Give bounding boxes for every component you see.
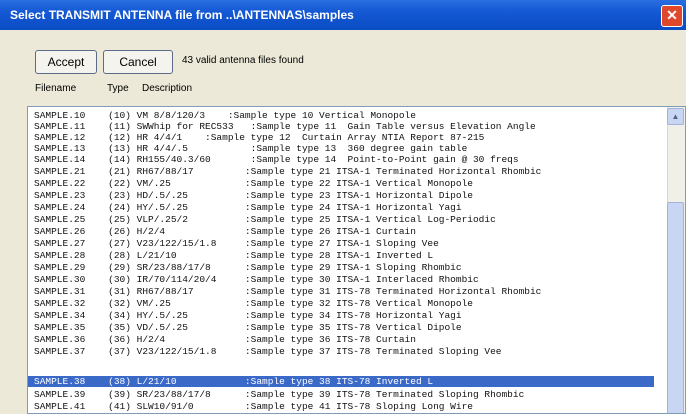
list-item[interactable]: SAMPLE.10 (10) VM 8/8/120/3 :Sample type…	[28, 110, 654, 121]
scrollbar-thumb[interactable]	[667, 202, 684, 413]
list-item[interactable]: SAMPLE.36 (36) H/2/4 :Sample type 36 ITS…	[28, 334, 654, 345]
column-header-type: Type	[107, 83, 129, 94]
list-item[interactable]: SAMPLE.41 (41) SLW10/91/0 :Sample type 4…	[28, 401, 654, 412]
list-item[interactable]: SAMPLE.30 (30) IR/70/114/20/4 :Sample ty…	[28, 274, 654, 285]
close-icon: ✕	[666, 7, 678, 23]
antenna-file-list[interactable]: SAMPLE.10 (10) VM 8/8/120/3 :Sample type…	[27, 106, 686, 414]
list-item[interactable]: SAMPLE.28 (28) L/21/10 :Sample type 28 I…	[28, 250, 654, 261]
list-item[interactable]: SAMPLE.14 (14) RH155/40.3/60 :Sample typ…	[28, 154, 654, 165]
cancel-button[interactable]: Cancel	[103, 50, 173, 74]
close-button[interactable]: ✕	[661, 5, 683, 27]
column-header-description: Description	[142, 83, 193, 94]
list-item[interactable]: SAMPLE.13 (13) HR 4/4/.5 :Sample type 13…	[28, 143, 654, 154]
list-item[interactable]: SAMPLE.23 (23) HD/.5/.25 :Sample type 23…	[28, 190, 654, 201]
list-item[interactable]: SAMPLE.35 (35) VD/.5/.25 :Sample type 35…	[28, 322, 654, 333]
list-item[interactable]: SAMPLE.32 (32) VM/.25 :Sample type 32 IT…	[28, 298, 654, 309]
list-item[interactable]: SAMPLE.27 (27) V23/122/15/1.8 :Sample ty…	[28, 238, 654, 249]
list-item[interactable]: SAMPLE.26 (26) H/2/4 :Sample type 26 ITS…	[28, 226, 654, 237]
vertical-scrollbar[interactable]: ▲	[667, 107, 685, 413]
list-item[interactable]: SAMPLE.24 (24) HY/.5/.25 :Sample type 24…	[28, 202, 654, 213]
list-item[interactable]: SAMPLE.37 (37) V23/122/15/1.8 :Sample ty…	[28, 346, 654, 357]
scroll-up-button[interactable]: ▲	[667, 108, 684, 125]
list-item[interactable]: SAMPLE.31 (31) RH67/88/17 :Sample type 3…	[28, 286, 654, 297]
window-title: Select TRANSMIT ANTENNA file from ..\ANT…	[10, 8, 354, 22]
list-item[interactable]: SAMPLE.39 (39) SR/23/88/17/8 :Sample typ…	[28, 389, 654, 400]
title-bar: Select TRANSMIT ANTENNA file from ..\ANT…	[0, 0, 686, 30]
list-item[interactable]: SAMPLE.25 (25) VLP/.25/2 :Sample type 25…	[28, 214, 654, 225]
list-item[interactable]: SAMPLE.29 (29) SR/23/88/17/8 :Sample typ…	[28, 262, 654, 273]
files-found-status: 43 valid antenna files found	[182, 55, 304, 66]
arrow-up-icon: ▲	[671, 112, 680, 121]
list-item-selected[interactable]: SAMPLE.38 (38) L/21/10 :Sample type 38 I…	[28, 376, 654, 387]
list-item[interactable]: SAMPLE.22 (22) VM/.25 :Sample type 22 IT…	[28, 178, 654, 189]
column-header-filename: Filename	[35, 83, 77, 94]
accept-button[interactable]: Accept	[35, 50, 97, 74]
list-item[interactable]: SAMPLE.34 (34) HY/.5/.25 :Sample type 34…	[28, 310, 654, 321]
list-item[interactable]: SAMPLE.11 (11) SWWhip for REC533 :Sample…	[28, 121, 654, 132]
list-item[interactable]: SAMPLE.21 (21) RH67/88/17 :Sample type 2…	[28, 166, 654, 177]
list-item[interactable]: SAMPLE.12 (12) HR 4/4/1 :Sample type 12 …	[28, 132, 654, 143]
